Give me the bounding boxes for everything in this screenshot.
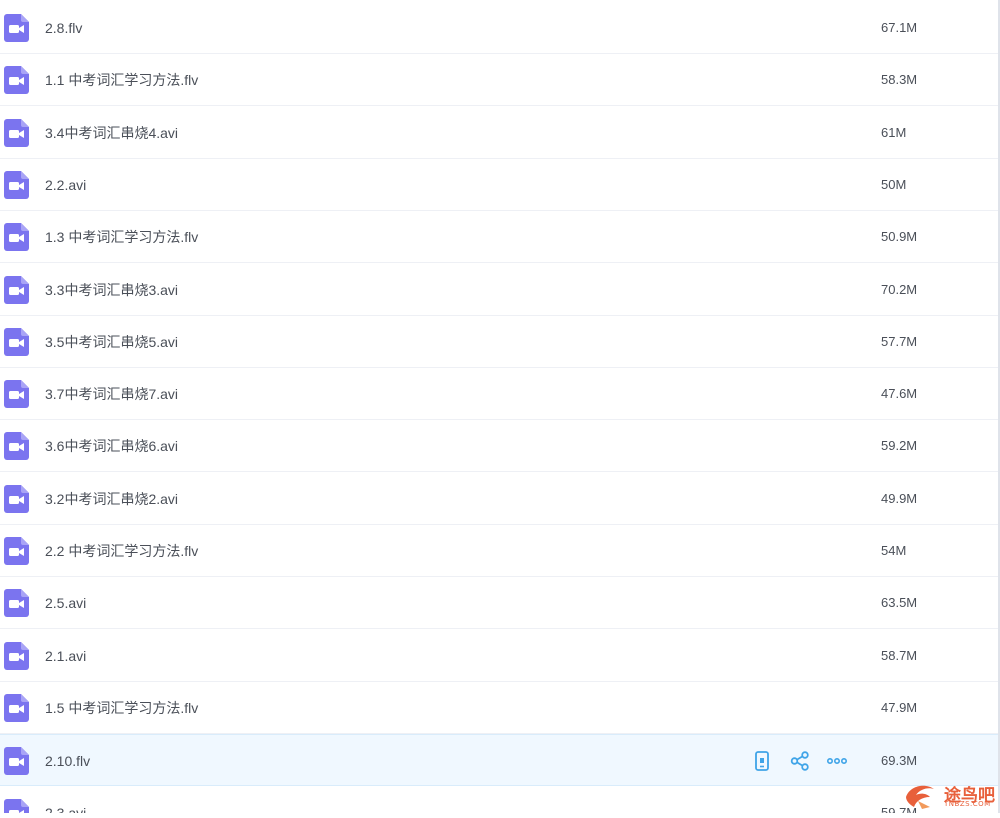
file-size: 58.7M — [881, 648, 918, 663]
file-list: 2.8.flv 67.1M 1.1 中考词汇学习方法.flv 58.3M 3.4中考词汇… — [0, 0, 1000, 813]
file-row[interactable]: 1.3 中考词汇学习方法.flv 50.9M — [0, 211, 998, 263]
file-size: 61M — [881, 125, 907, 140]
file-name[interactable]: 2.8.flv — [45, 2, 82, 54]
file-row[interactable]: 2.3.avi 59.7M — [0, 787, 998, 813]
video-file-icon — [4, 537, 29, 565]
file-name[interactable]: 3.4中考词汇串烧4.avi — [45, 107, 178, 159]
file-size: 58.3M — [881, 72, 918, 87]
file-name[interactable]: 1.3 中考词汇学习方法.flv — [45, 211, 198, 263]
file-name[interactable]: 2.1.avi — [45, 630, 86, 682]
file-name[interactable]: 2.2 中考词汇学习方法.flv — [45, 525, 198, 577]
file-size: 63.5M — [881, 595, 918, 610]
file-name[interactable]: 3.6中考词汇串烧6.avi — [45, 420, 178, 472]
file-name[interactable]: 2.5.avi — [45, 577, 86, 629]
file-name[interactable]: 3.3中考词汇串烧3.avi — [45, 264, 178, 316]
video-file-icon — [4, 432, 29, 460]
video-file-icon — [4, 485, 29, 513]
file-size: 50.9M — [881, 229, 918, 244]
file-name[interactable]: 3.7中考词汇串烧7.avi — [45, 368, 178, 420]
video-file-icon — [4, 328, 29, 356]
file-row[interactable]: 2.2 中考词汇学习方法.flv 54M — [0, 525, 998, 577]
file-row[interactable]: 3.4中考词汇串烧4.avi 61M — [0, 107, 998, 159]
file-size: 47.9M — [881, 700, 918, 715]
file-name[interactable]: 1.1 中考词汇学习方法.flv — [45, 54, 198, 106]
video-file-icon — [4, 799, 29, 813]
file-row[interactable]: 3.2中考词汇串烧2.avi 49.9M — [0, 473, 998, 525]
file-size: 57.7M — [881, 334, 918, 349]
file-name[interactable]: 3.5中考词汇串烧5.avi — [45, 316, 178, 368]
video-file-icon — [4, 223, 29, 251]
phone-send-icon[interactable] — [752, 751, 772, 771]
video-file-icon — [4, 14, 29, 42]
file-row[interactable]: 2.5.avi 63.5M — [0, 577, 998, 629]
file-row[interactable]: 2.10.flv 69.3M — [0, 734, 998, 786]
file-row[interactable]: 1.1 中考词汇学习方法.flv 58.3M — [0, 54, 998, 106]
file-name[interactable]: 2.10.flv — [45, 735, 90, 787]
file-row[interactable]: 2.1.avi 58.7M — [0, 630, 998, 682]
file-row[interactable]: 2.8.flv 67.1M — [0, 2, 998, 54]
file-name[interactable]: 3.2中考词汇串烧2.avi — [45, 473, 178, 525]
video-file-icon — [4, 66, 29, 94]
video-file-icon — [4, 380, 29, 408]
file-name[interactable]: 2.2.avi — [45, 159, 86, 211]
video-file-icon — [4, 642, 29, 670]
file-row[interactable]: 3.7中考词汇串烧7.avi 47.6M — [0, 368, 998, 420]
file-row[interactable]: 3.3中考词汇串烧3.avi 70.2M — [0, 264, 998, 316]
video-file-icon — [4, 119, 29, 147]
file-row[interactable]: 1.5 中考词汇学习方法.flv 47.9M — [0, 682, 998, 734]
file-row[interactable]: 3.5中考词汇串烧5.avi 57.7M — [0, 316, 998, 368]
file-name[interactable]: 1.5 中考词汇学习方法.flv — [45, 682, 198, 734]
file-size: 70.2M — [881, 282, 918, 297]
file-size: 54M — [881, 543, 907, 558]
file-size: 49.9M — [881, 491, 918, 506]
file-size: 59.2M — [881, 438, 918, 453]
share-icon[interactable] — [790, 751, 810, 771]
file-name[interactable]: 2.3.avi — [45, 787, 86, 813]
file-size: 50M — [881, 177, 907, 192]
video-file-icon — [4, 694, 29, 722]
video-file-icon — [4, 589, 29, 617]
file-size: 67.1M — [881, 20, 918, 35]
video-file-icon — [4, 276, 29, 304]
video-file-icon — [4, 747, 29, 775]
file-row[interactable]: 3.6中考词汇串烧6.avi 59.2M — [0, 420, 998, 472]
file-size: 69.3M — [881, 753, 918, 768]
video-file-icon — [4, 171, 29, 199]
file-size: 59.7M — [881, 805, 918, 813]
file-row[interactable]: 2.2.avi 50M — [0, 159, 998, 211]
more-icon[interactable] — [827, 751, 847, 771]
file-size: 47.6M — [881, 386, 918, 401]
